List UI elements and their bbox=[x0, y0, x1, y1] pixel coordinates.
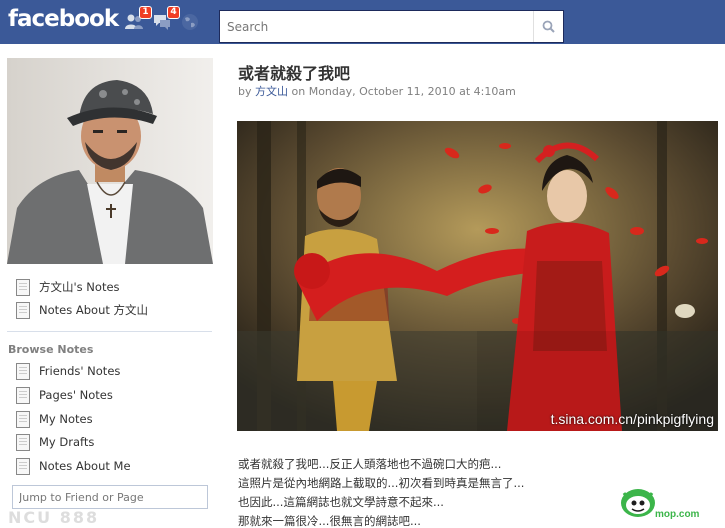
sidebar-item-friends-notes[interactable]: Friends' Notes bbox=[16, 361, 120, 381]
sidebar-item-label: Friends' Notes bbox=[39, 364, 121, 378]
note-body-line: 或者就殺了我吧...反正人頭落地也不過碗口大的疤... bbox=[238, 457, 502, 471]
friend-requests-icon[interactable]: 1 bbox=[124, 6, 152, 32]
note-icon bbox=[16, 386, 30, 404]
note-icon bbox=[16, 362, 30, 380]
sidebar-item-label: 方文山's Notes bbox=[39, 280, 120, 294]
sidebar-item-notes-about[interactable]: Notes About 方文山 bbox=[16, 300, 148, 320]
sidebar-divider bbox=[7, 331, 212, 332]
search-input[interactable] bbox=[220, 11, 530, 42]
sidebar-item-my-notes[interactable]: 方文山's Notes bbox=[16, 277, 120, 297]
sidebar-item-label: Notes About 方文山 bbox=[39, 303, 149, 317]
site-watermark-text: mop.com bbox=[655, 509, 700, 520]
sidebar-item-label: My Notes bbox=[39, 412, 93, 426]
jump-to-friend-input[interactable] bbox=[12, 485, 208, 509]
note-date: on Monday, October 11, 2010 at 4:10am bbox=[291, 85, 516, 98]
sidebar-item-my-notes-browse[interactable]: My Notes bbox=[16, 409, 93, 429]
browse-notes-heading: Browse Notes bbox=[8, 343, 94, 356]
sidebar-item-my-drafts[interactable]: My Drafts bbox=[16, 432, 94, 452]
sidebar-item-label: My Drafts bbox=[39, 435, 95, 449]
sidebar-item-pages-notes[interactable]: Pages' Notes bbox=[16, 385, 113, 405]
note-icon bbox=[16, 278, 30, 296]
notifications-globe-icon[interactable] bbox=[180, 12, 200, 32]
sidebar-item-label: Notes About Me bbox=[39, 459, 131, 473]
byline-by: by bbox=[238, 85, 252, 98]
note-byline: by 方文山 on Monday, October 11, 2010 at 4:… bbox=[238, 83, 516, 99]
faint-watermark: NCU 888 bbox=[8, 508, 100, 527]
search-button[interactable] bbox=[533, 11, 563, 42]
messages-badge: 4 bbox=[167, 6, 180, 19]
note-icon bbox=[16, 301, 30, 319]
profile-picture[interactable] bbox=[7, 58, 213, 264]
search-box bbox=[219, 10, 564, 43]
facebook-logo[interactable]: facebook bbox=[8, 6, 119, 32]
photo-credit: t.sina.com.cn/pinkpigflying bbox=[550, 411, 714, 427]
note-photo[interactable]: t.sina.com.cn/pinkpigflying bbox=[237, 121, 718, 431]
note-icon bbox=[16, 410, 30, 428]
search-icon bbox=[542, 20, 555, 33]
sidebar-item-label: Pages' Notes bbox=[39, 388, 113, 402]
note-title: 或者就殺了我吧 bbox=[238, 64, 351, 83]
friend-requests-badge: 1 bbox=[139, 6, 152, 19]
note-icon bbox=[16, 457, 30, 475]
messages-icon[interactable]: 4 bbox=[152, 6, 180, 32]
sidebar-item-notes-about-me[interactable]: Notes About Me bbox=[16, 456, 131, 476]
note-icon bbox=[16, 433, 30, 451]
author-link[interactable]: 方文山 bbox=[255, 85, 288, 98]
top-bar: facebook 1 4 bbox=[0, 0, 725, 44]
